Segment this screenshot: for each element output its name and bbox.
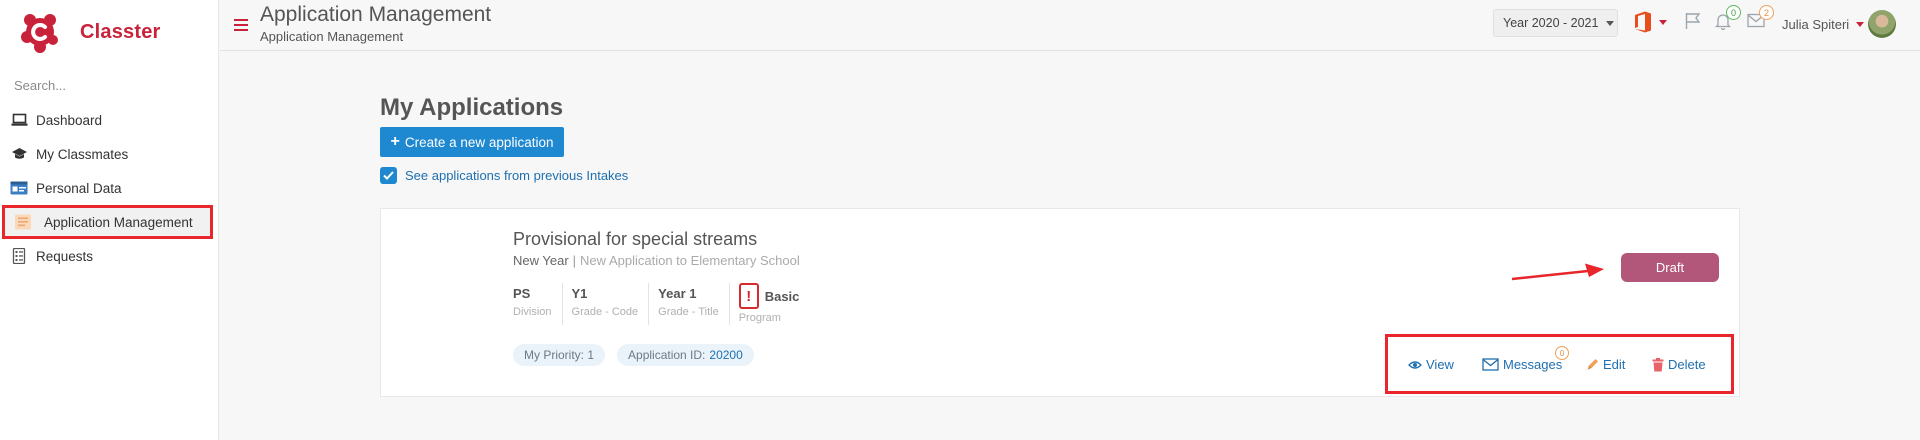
top-bar: Application Management Application Manag…	[220, 0, 1920, 51]
messages-button[interactable]: 2	[1747, 5, 1774, 28]
section-title: My Applications	[380, 94, 564, 121]
eye-icon	[1408, 360, 1422, 369]
field-value: Y1	[571, 286, 588, 301]
application-id-value: 20200	[709, 348, 743, 362]
sidebar-nav: Dashboard My Classmates Personal Data Ap…	[0, 103, 219, 273]
status-badge[interactable]: Draft	[1621, 253, 1719, 282]
flag-icon	[1685, 13, 1701, 29]
application-id-label: Application ID:	[628, 348, 706, 362]
field-value: PS	[513, 286, 531, 301]
sidebar-item-personal-data[interactable]: Personal Data	[0, 171, 219, 205]
pencil-icon	[1587, 359, 1598, 370]
page-title: Application Management	[260, 3, 492, 26]
laptop-icon	[10, 112, 28, 128]
office-icon	[1635, 11, 1651, 33]
field-label: Grade - Title	[658, 306, 719, 318]
checkbox[interactable]	[380, 167, 397, 184]
field-grade-code: Y1 Grade - Code	[572, 283, 650, 325]
application-fields: PS Division Y1 Grade - Code Year 1 Grade…	[513, 283, 818, 325]
create-application-label: Create a new application	[404, 134, 554, 150]
field-value: Year 1	[658, 286, 697, 301]
checkbox-label: See applications from previous Intakes	[405, 168, 629, 183]
plus-icon: +	[390, 133, 400, 150]
application-chips: My Priority: 1 Application ID: 20200	[513, 344, 766, 366]
previous-intakes-toggle[interactable]: See applications from previous Intakes	[380, 167, 628, 184]
trash-icon	[1652, 357, 1664, 371]
year-select[interactable]: Year 2020 - 2021	[1493, 9, 1618, 37]
brand[interactable]: Classter	[18, 10, 161, 54]
field-grade-title: Year 1 Grade - Title	[658, 283, 730, 325]
sidebar-item-label: My Classmates	[36, 146, 129, 162]
sidebar-item-requests[interactable]: Requests	[0, 239, 219, 273]
application-meta: New Year | New Application to Elementary S…	[513, 253, 800, 268]
meta-separator: |	[572, 253, 577, 268]
office-apps-button[interactable]	[1633, 11, 1667, 33]
application-description: New Application to Elementary School	[580, 253, 800, 268]
sidebar-item-label: Requests	[36, 248, 94, 264]
delete-button[interactable]: Delete	[1652, 357, 1706, 372]
chevron-down-icon	[1856, 21, 1865, 27]
sidebar-item-label: Personal Data	[36, 180, 122, 196]
messages-count-badge: 0	[1555, 346, 1569, 360]
application-intake: New Year	[513, 253, 569, 268]
search-input[interactable]	[14, 74, 204, 96]
brand-name: Classter	[80, 20, 161, 43]
chevron-down-icon	[1659, 19, 1667, 25]
annotation-arrow-icon	[1511, 263, 1604, 281]
sidebar-item-application-management[interactable]: Application Management	[2, 205, 213, 239]
field-label: Program	[738, 312, 781, 324]
notifications-count-badge: 0	[1726, 5, 1741, 20]
avatar	[1868, 10, 1897, 38]
create-application-button[interactable]: + Create a new application	[380, 127, 564, 157]
edit-label: Edit	[1603, 357, 1626, 372]
requests-list-icon	[10, 248, 28, 264]
field-label: Division	[513, 306, 552, 318]
sidebar-item-label: Dashboard	[36, 112, 103, 128]
view-label: View	[1426, 357, 1454, 372]
messages-count-badge: 2	[1759, 5, 1774, 20]
sidebar-item-dashboard[interactable]: Dashboard	[0, 103, 219, 137]
application-form-icon	[14, 214, 32, 230]
edit-button[interactable]: Edit	[1586, 357, 1625, 372]
field-label: Grade - Code	[571, 306, 639, 318]
envelope-icon	[1482, 358, 1499, 371]
application-name: Provisional for special streams	[513, 229, 758, 249]
graduation-cap-icon	[10, 146, 28, 162]
id-card-icon	[10, 180, 28, 196]
flag-button[interactable]	[1684, 12, 1702, 30]
hamburger-menu-icon[interactable]	[234, 19, 248, 33]
application-id-chip: Application ID: 20200	[617, 344, 754, 366]
application-actions: View Messages 0 Edit Delete	[1385, 334, 1734, 394]
field-value: Basic	[764, 288, 800, 304]
sidebar-item-label: Application Management	[44, 214, 193, 230]
notifications-button[interactable]: 0	[1714, 5, 1741, 30]
breadcrumb: Application Management	[260, 29, 404, 44]
chevron-down-icon	[1606, 20, 1615, 26]
view-button[interactable]: View	[1408, 357, 1454, 372]
messages-action-button[interactable]: Messages 0	[1482, 346, 1569, 372]
classter-logo-icon	[21, 14, 58, 53]
sidebar-item-my-classmates[interactable]: My Classmates	[0, 137, 219, 171]
messages-label: Messages	[1503, 357, 1563, 372]
year-select-value: Year 2020 - 2021	[1503, 16, 1599, 30]
delete-label: Delete	[1668, 357, 1706, 372]
user-menu[interactable]: Julia Spiteri	[1782, 10, 1897, 38]
warning-icon: !	[738, 283, 759, 309]
priority-chip: My Priority: 1	[513, 344, 606, 366]
field-program: ! Basic Program	[738, 283, 810, 325]
field-division: PS Division	[513, 283, 563, 325]
check-icon	[383, 171, 394, 180]
user-name: Julia Spiteri	[1782, 16, 1850, 32]
sidebar: Classter Dashboard My Classmates Persona…	[0, 0, 219, 440]
